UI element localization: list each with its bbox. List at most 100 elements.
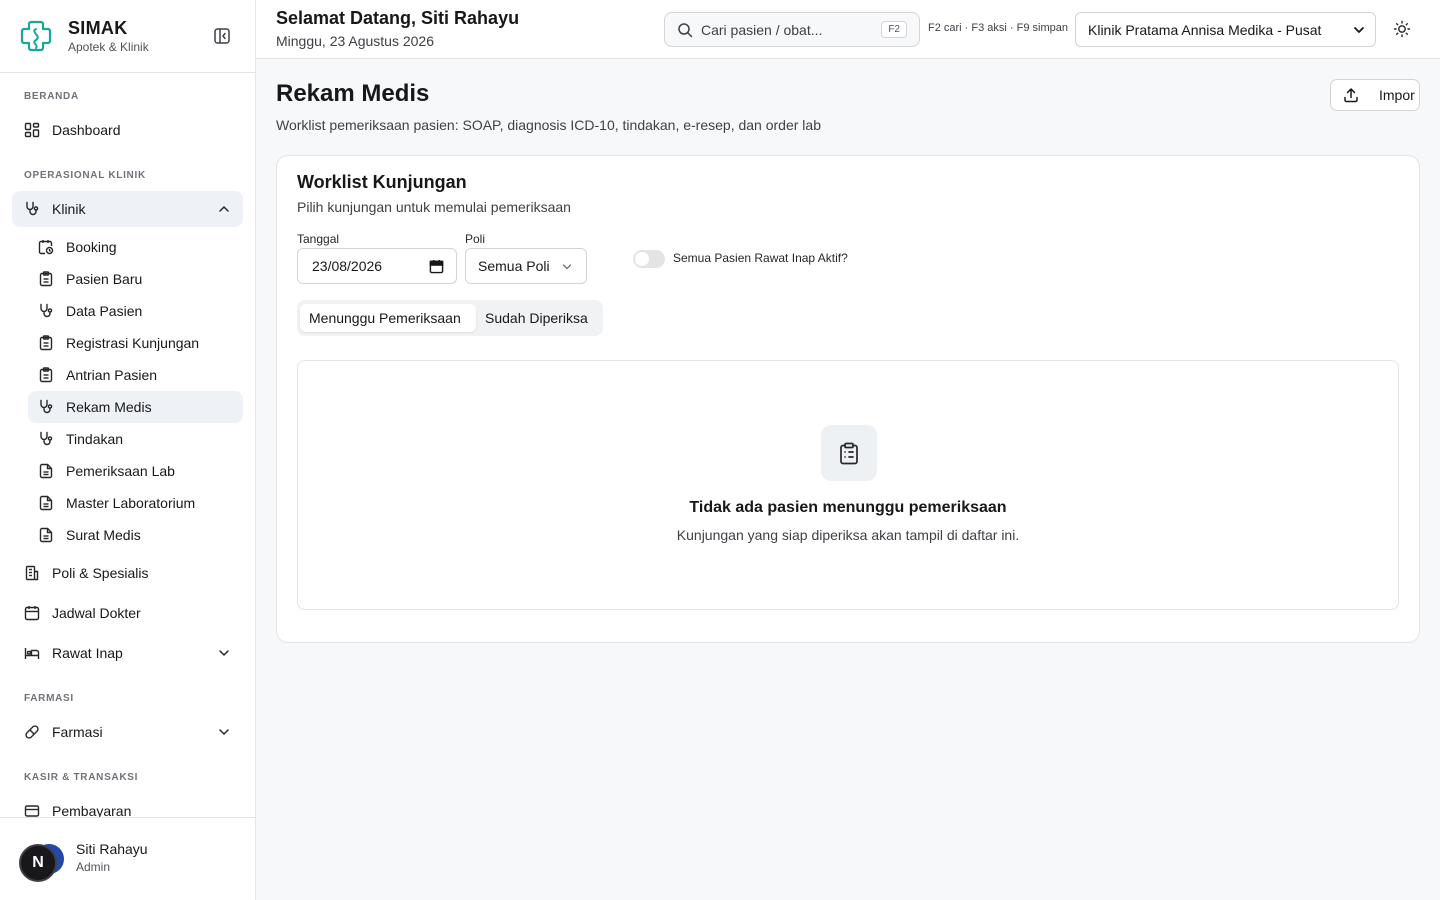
poli-label: Poli — [465, 232, 486, 246]
section-label-kasir: KASIR & TRANSAKSI — [24, 772, 139, 783]
search-icon — [678, 22, 693, 37]
sidebar-item-label: Data Pasien — [66, 303, 143, 319]
sidebar-item-label: Antrian Pasien — [66, 367, 158, 383]
sidebar-item-dashboard[interactable]: Dashboard — [12, 112, 243, 148]
sidebar-item-label: Klinik — [52, 201, 86, 217]
poli-select[interactable]: Semua Poli — [465, 248, 587, 284]
chevron-down-icon — [219, 729, 229, 735]
sidebar-item-klinik[interactable]: Klinik — [12, 191, 243, 227]
top-header: Selamat Datang, Siti Rahayu Minggu, 23 A… — [256, 0, 1440, 59]
worklist-card: Worklist Kunjungan Pilih kunjungan untuk… — [276, 155, 1420, 643]
empty-state-icon-box — [821, 425, 877, 481]
sidebar-item-farmasi[interactable]: Farmasi — [12, 714, 243, 750]
empty-state-subtitle: Kunjungan yang siap diperiksa akan tampi… — [676, 527, 1020, 543]
sidebar-nav: BERANDA Dashboard OPERASIONAL KLINIK Kli… — [0, 73, 255, 817]
clipboard-icon — [39, 335, 53, 351]
sidebar-item-label: Rekam Medis — [66, 399, 152, 415]
sidebar-subitem-booking[interactable]: Booking — [28, 231, 243, 263]
sidebar-item-label: Pasien Baru — [66, 271, 143, 287]
sidebar-subitem-antrian[interactable]: Antrian Pasien — [28, 359, 243, 391]
brand: SIMAK Apotek & Klinik — [0, 0, 255, 73]
stethoscope-icon — [40, 399, 53, 414]
calendar-icon[interactable] — [429, 259, 444, 274]
file-text-icon — [39, 495, 53, 511]
file-text-icon — [39, 463, 53, 479]
brand-name: SIMAK — [68, 18, 128, 38]
worklist-tabs: Menunggu Pemeriksaan Sudah Diperiksa — [297, 300, 603, 336]
upload-icon — [1344, 88, 1358, 103]
sidebar-collapse-icon[interactable] — [213, 27, 231, 45]
stethoscope-icon — [40, 431, 53, 446]
sidebar-subitem-rekam-medis[interactable]: Rekam Medis — [28, 391, 243, 423]
section-label-farmasi: FARMASI — [24, 693, 74, 704]
chevron-up-icon — [219, 206, 229, 212]
calendar-clock-icon — [38, 240, 54, 255]
clipboard-list-icon — [840, 442, 858, 465]
sidebar-item-label: Pembayaran — [52, 803, 132, 817]
rawat-inap-toggle[interactable] — [633, 250, 665, 268]
sidebar-subitem-registrasi[interactable]: Registrasi Kunjungan — [28, 327, 243, 359]
dashboard-icon — [24, 122, 40, 138]
bed-icon — [24, 648, 40, 659]
search-placeholder: Cari pasien / obat... — [701, 21, 823, 38]
date-input-value: 23/08/2026 — [312, 258, 383, 274]
search-input[interactable]: Cari pasien / obat... F2 — [664, 12, 920, 47]
tab-menunggu-pemeriksaan[interactable]: Menunggu Pemeriksaan — [300, 304, 476, 332]
clinic-select-value: Klinik Pratama Annisa Medika - Pusat — [1088, 21, 1322, 38]
dev-badge[interactable]: N — [19, 844, 57, 882]
worklist-title: Worklist Kunjungan — [297, 172, 467, 192]
import-button[interactable]: Impor — [1330, 79, 1420, 111]
import-button-label: Impor — [1379, 87, 1415, 103]
stethoscope-icon — [26, 201, 39, 216]
user-profile[interactable]: N Siti Rahayu Admin — [0, 817, 255, 900]
worklist-subtitle: Pilih kunjungan untuk memulai pemeriksaa… — [297, 199, 571, 215]
current-date: Minggu, 23 Agustus 2026 — [276, 33, 435, 49]
sidebar-item-label: Jadwal Dokter — [52, 605, 141, 621]
section-label-beranda: BERANDA — [24, 91, 79, 102]
file-text-icon — [39, 527, 53, 543]
clipboard-icon — [39, 271, 53, 287]
sidebar-item-poli[interactable]: Poli & Spesialis — [12, 555, 243, 591]
brand-subtitle: Apotek & Klinik — [68, 40, 149, 54]
rawat-inap-toggle-label: Semua Pasien Rawat Inap Aktif? — [673, 251, 848, 265]
sun-icon[interactable] — [1393, 20, 1411, 38]
sidebar-item-jadwal[interactable]: Jadwal Dokter — [12, 595, 243, 631]
sidebar-item-label: Rawat Inap — [52, 645, 123, 661]
sidebar-item-label: Dashboard — [52, 122, 121, 138]
date-label: Tanggal — [297, 232, 340, 246]
sidebar-item-label: Surat Medis — [66, 527, 141, 543]
date-input[interactable]: 23/08/2026 — [297, 248, 457, 284]
sidebar-subitem-surat-medis[interactable]: Surat Medis — [28, 519, 243, 551]
greeting: Selamat Datang, Siti Rahayu — [276, 8, 520, 28]
building-icon — [25, 565, 39, 581]
sidebar-subitem-pasien-baru[interactable]: Pasien Baru — [28, 263, 243, 295]
keyboard-shortcuts-hint: F2 cari · F3 aksi · F9 simpan — [928, 22, 1068, 34]
calendar-icon — [24, 606, 40, 621]
sidebar-item-pembayaran[interactable]: Pembayaran — [12, 793, 243, 817]
sidebar-subitem-master-lab[interactable]: Master Laboratorium — [28, 487, 243, 519]
sidebar-subitem-tindakan[interactable]: Tindakan — [28, 423, 243, 455]
page-title: Rekam Medis — [276, 80, 430, 107]
sidebar-item-rawat-inap[interactable]: Rawat Inap — [12, 635, 243, 671]
toggle-knob — [635, 252, 649, 266]
sidebar: SIMAK Apotek & Klinik BERANDA Dashboard … — [0, 0, 256, 900]
pill-icon — [25, 725, 39, 739]
chevron-down-icon — [1354, 27, 1364, 33]
chevron-down-icon — [562, 264, 572, 270]
sidebar-item-label: Booking — [66, 239, 117, 255]
poli-select-value: Semua Poli — [478, 258, 550, 274]
clinic-select[interactable]: Klinik Pratama Annisa Medika - Pusat — [1075, 12, 1376, 47]
credit-card-icon — [24, 805, 40, 817]
sidebar-subitem-data-pasien[interactable]: Data Pasien — [28, 295, 243, 327]
section-label-operasional: OPERASIONAL KLINIK — [24, 170, 146, 181]
user-role: Admin — [76, 860, 111, 874]
sidebar-item-label: Poli & Spesialis — [52, 565, 149, 581]
clipboard-icon — [39, 367, 53, 383]
medical-cross-icon — [20, 20, 52, 52]
tab-sudah-diperiksa[interactable]: Sudah Diperiksa — [476, 304, 600, 332]
chevron-down-icon — [219, 650, 229, 656]
sidebar-item-label: Tindakan — [66, 431, 124, 447]
sidebar-item-label: Pemeriksaan Lab — [66, 463, 175, 479]
stethoscope-icon — [40, 303, 53, 318]
sidebar-subitem-pemeriksaan-lab[interactable]: Pemeriksaan Lab — [28, 455, 243, 487]
